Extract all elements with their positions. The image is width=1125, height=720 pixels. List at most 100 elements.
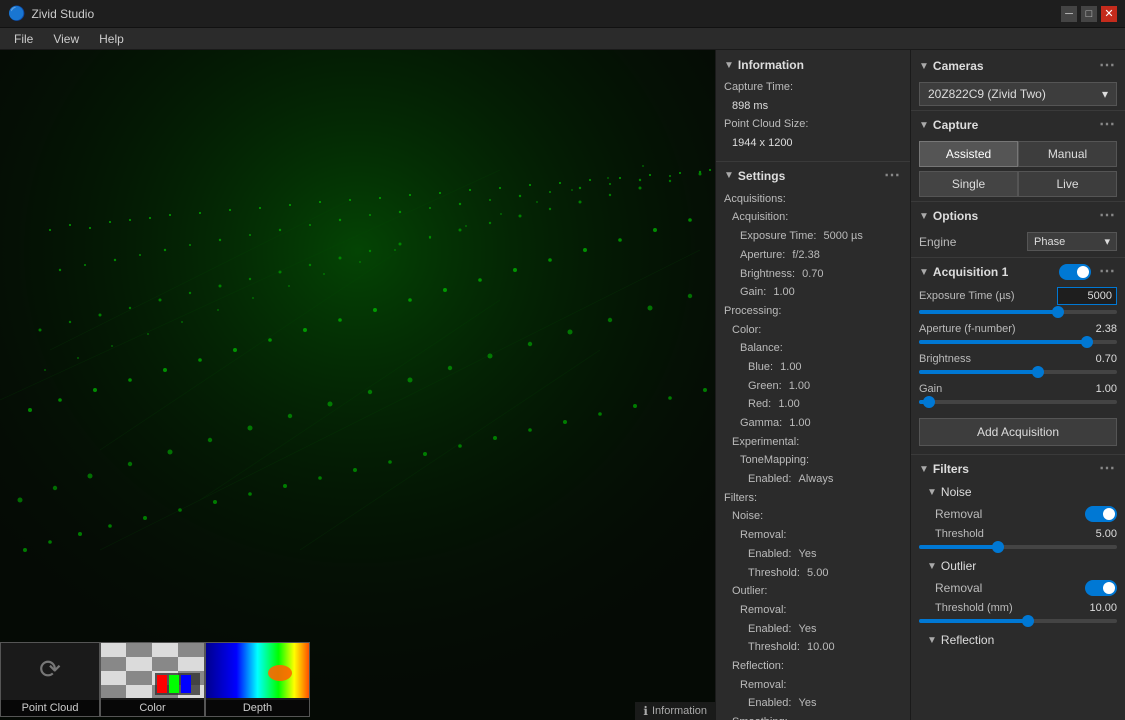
options-more-button[interactable]: ⋯ bbox=[1097, 208, 1117, 224]
noise-threshold-slider-fill bbox=[919, 545, 998, 549]
cameras-chevron: ▼ bbox=[919, 61, 929, 72]
outlier-label: Outlier: bbox=[724, 582, 902, 601]
outlier-subsection-header[interactable]: ▼ Outlier bbox=[911, 555, 1125, 577]
cameras-section-header[interactable]: ▼ Cameras ⋯ bbox=[911, 54, 1125, 78]
brightness-slider-thumb[interactable] bbox=[1032, 366, 1044, 378]
capture-more-button[interactable]: ⋯ bbox=[1097, 117, 1117, 133]
gain-param-label: Gain bbox=[919, 383, 942, 395]
noise-threshold-slider-thumb[interactable] bbox=[992, 541, 1004, 553]
maximize-button[interactable]: □ bbox=[1081, 6, 1097, 22]
filters-title: Filters bbox=[933, 462, 969, 476]
gain-slider-thumb[interactable] bbox=[923, 396, 935, 408]
menu-help[interactable]: Help bbox=[89, 28, 134, 50]
exposure-slider-track[interactable] bbox=[919, 310, 1117, 314]
blue-value: 1.00 bbox=[780, 361, 801, 373]
information-content: Capture Time: 898 ms Point Cloud Size: 1… bbox=[716, 76, 910, 159]
thumbnail-point-cloud[interactable]: ⟳ Point Cloud bbox=[0, 642, 100, 717]
filters-more-button[interactable]: ⋯ bbox=[1097, 461, 1117, 477]
outlier-removal-row: Removal bbox=[911, 577, 1125, 599]
aperture-param-value: 2.38 bbox=[1096, 323, 1117, 335]
outlier-threshold-param-value: 10.00 bbox=[1089, 602, 1117, 614]
noise-chevron: ▼ bbox=[927, 487, 937, 498]
noise-removal-toggle[interactable] bbox=[1085, 506, 1117, 522]
capture-section-header[interactable]: ▼ Capture ⋯ bbox=[911, 113, 1125, 137]
gamma-label: Gamma: bbox=[740, 417, 782, 429]
noise-enabled-row: Enabled: Yes bbox=[724, 545, 902, 564]
live-button[interactable]: Live bbox=[1018, 171, 1117, 197]
exposure-time-input[interactable] bbox=[1057, 287, 1117, 305]
aperture-slider-thumb[interactable] bbox=[1081, 336, 1093, 348]
filters-section-header[interactable]: ▼ Filters ⋯ bbox=[911, 457, 1125, 481]
single-button[interactable]: Single bbox=[919, 171, 1018, 197]
menu-file[interactable]: File bbox=[4, 28, 43, 50]
point-cloud-size-label: Point Cloud Size: bbox=[724, 115, 808, 134]
noise-title: Noise bbox=[941, 485, 972, 499]
noise-header-left: ▼ Noise bbox=[927, 485, 972, 499]
acquisition1-toggle[interactable] bbox=[1059, 264, 1091, 280]
balance-label: Balance: bbox=[724, 339, 902, 358]
aperture-slider-track[interactable] bbox=[919, 340, 1117, 344]
brightness-slider-track[interactable] bbox=[919, 370, 1117, 374]
engine-select[interactable]: Phase ▾ bbox=[1027, 232, 1117, 251]
green-value: 1.00 bbox=[789, 380, 810, 392]
close-button[interactable]: ✕ bbox=[1101, 6, 1117, 22]
assisted-button[interactable]: Assisted bbox=[919, 141, 1018, 167]
viewport[interactable]: ⟳ Point Cloud bbox=[0, 50, 715, 720]
settings-section-header[interactable]: ▼ Settings ⋯ bbox=[716, 164, 910, 188]
aperture-param-row: Aperture (f-number) 2.38 bbox=[911, 320, 1125, 338]
reflection-removal-row: Removal: bbox=[724, 676, 902, 695]
acquisition1-more-button[interactable]: ⋯ bbox=[1097, 264, 1117, 280]
divider-cameras bbox=[911, 110, 1125, 111]
engine-value: Phase bbox=[1034, 236, 1065, 248]
brightness-param-value: 0.70 bbox=[1096, 353, 1117, 365]
reflection-chevron: ▼ bbox=[927, 635, 937, 646]
camera-dropdown[interactable]: 20Z822C9 (Zivid Two) ▾ bbox=[919, 82, 1117, 106]
outlier-threshold-slider-thumb[interactable] bbox=[1022, 615, 1034, 627]
information-header-left: ▼ Information bbox=[724, 58, 804, 72]
noise-removal-label: Removal bbox=[935, 507, 982, 521]
capture-time-label: Capture Time: bbox=[724, 78, 793, 97]
outlier-enabled-label: Enabled: bbox=[748, 623, 791, 635]
camera-dropdown-arrow: ▾ bbox=[1102, 87, 1108, 101]
red-label: Red: bbox=[748, 398, 771, 410]
noise-threshold-slider-track[interactable] bbox=[919, 545, 1117, 549]
settings-content: Acquisitions: Acquisition: Exposure Time… bbox=[716, 188, 910, 720]
cameras-more-button[interactable]: ⋯ bbox=[1097, 58, 1117, 74]
information-section-header[interactable]: ▼ Information bbox=[716, 54, 910, 76]
divider-acquisition bbox=[911, 454, 1125, 455]
information-chevron: ▼ bbox=[724, 60, 734, 71]
outlier-threshold-slider-container bbox=[911, 619, 1125, 629]
thumbnail-color[interactable]: Color bbox=[100, 642, 205, 717]
gain-slider-track[interactable] bbox=[919, 400, 1117, 404]
gain-value: 1.00 bbox=[773, 286, 794, 298]
outlier-removal-label: Removal bbox=[935, 581, 982, 595]
blue-row: Blue: 1.00 bbox=[724, 358, 902, 377]
options-title: Options bbox=[933, 209, 978, 223]
manual-button[interactable]: Manual bbox=[1018, 141, 1117, 167]
gamma-row: Gamma: 1.00 bbox=[724, 414, 902, 433]
settings-chevron: ▼ bbox=[724, 170, 734, 181]
settings-more-button[interactable]: ⋯ bbox=[882, 168, 902, 184]
exposure-slider-thumb[interactable] bbox=[1052, 306, 1064, 318]
filters-label: Filters: bbox=[724, 489, 902, 508]
options-section-header[interactable]: ▼ Options ⋯ bbox=[911, 204, 1125, 228]
reflection-subsection-header[interactable]: ▼ Reflection bbox=[911, 629, 1125, 651]
gain-label: Gain: bbox=[740, 286, 766, 298]
cameras-title: Cameras bbox=[933, 59, 984, 73]
thumbnail-depth[interactable]: Depth bbox=[205, 642, 310, 717]
settings-panel: ▼ Information Capture Time: 898 ms Point… bbox=[715, 50, 910, 720]
acquisition1-section-header[interactable]: ▼ Acquisition 1 ⋯ bbox=[911, 260, 1125, 284]
outlier-removal-toggle[interactable] bbox=[1085, 580, 1117, 596]
reflection-header-left: ▼ Reflection bbox=[927, 633, 994, 647]
outlier-threshold-slider-track[interactable] bbox=[919, 619, 1117, 623]
brightness-value: 0.70 bbox=[802, 268, 823, 280]
gain-param-value: 1.00 bbox=[1096, 383, 1117, 395]
add-acquisition-button[interactable]: Add Acquisition bbox=[919, 418, 1117, 446]
smoothing-label: Smoothing: bbox=[724, 713, 902, 720]
noise-subsection-header[interactable]: ▼ Noise bbox=[911, 481, 1125, 503]
minimize-button[interactable]: ─ bbox=[1061, 6, 1077, 22]
brightness-param-label: Brightness bbox=[919, 353, 971, 365]
menu-view[interactable]: View bbox=[43, 28, 89, 50]
noise-threshold-label: Threshold: bbox=[748, 567, 800, 579]
point-cloud-size-value: 1944 x 1200 bbox=[732, 134, 793, 153]
